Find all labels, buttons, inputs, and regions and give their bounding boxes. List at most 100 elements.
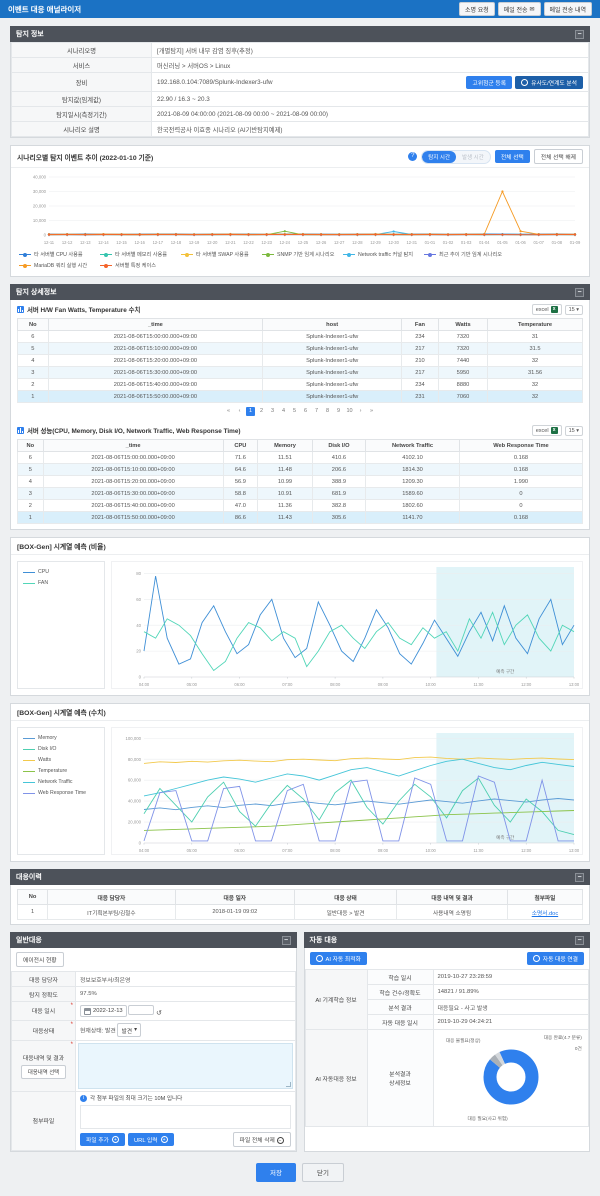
legend-marker-icon bbox=[343, 253, 355, 256]
table-row: 대응 담당자정보보호부서/최은영 bbox=[12, 972, 296, 987]
legend-item[interactable]: SNMP 기반 임계 시나리오 bbox=[262, 251, 343, 258]
page-button[interactable]: 10 bbox=[345, 407, 354, 416]
legend-item[interactable]: MariaDB 쿼리 실행 시간 bbox=[19, 262, 100, 269]
page-button[interactable]: 4 bbox=[279, 407, 288, 416]
perf-table-title: 서버 성능(CPU, Memory, Disk I/O, Network Tra… bbox=[27, 426, 241, 435]
page-size-select[interactable]: 15 ▾ bbox=[565, 426, 583, 436]
agency-status-button[interactable]: 에이전시 현황 bbox=[16, 952, 64, 967]
legend-marker-icon bbox=[23, 770, 35, 773]
prev-page-button[interactable]: ‹ bbox=[235, 407, 244, 416]
resize-grip[interactable] bbox=[286, 1082, 291, 1087]
detail-panel: 탐지 상세정보 − 서버 H/W Fan Watts, Temperature … bbox=[10, 284, 590, 530]
svg-text:01-01: 01-01 bbox=[425, 240, 436, 245]
column-header: 대응 내역 및 결과 bbox=[397, 890, 508, 905]
svg-text:12-25: 12-25 bbox=[298, 240, 309, 245]
trend-line-chart: 010,00020,00030,00040,00012-1112-1212-13… bbox=[17, 172, 583, 246]
column-header: 대응 상태 bbox=[294, 890, 396, 905]
legend-item: Temperature bbox=[23, 768, 99, 774]
page-button[interactable]: 9 bbox=[334, 407, 343, 416]
next-page-button[interactable]: › bbox=[356, 407, 365, 416]
page-button[interactable]: 8 bbox=[323, 407, 332, 416]
request-explanation-button[interactable]: 소명 요청 bbox=[459, 2, 495, 16]
response-date-input[interactable]: 2022-12-13 bbox=[80, 1005, 127, 1017]
add-file-button[interactable]: 파일 추가+ bbox=[80, 1133, 125, 1146]
excel-export-button[interactable]: excelx bbox=[532, 304, 562, 315]
table-row: 12021-08-06T15:50:00.000+09:0086.611.433… bbox=[18, 512, 583, 524]
legend-item: Memory bbox=[23, 735, 99, 741]
legend-item[interactable]: 타 서버별 SWAP 사용률 bbox=[181, 251, 262, 258]
select-response-detail-button[interactable]: 대응내역 선택 bbox=[21, 1065, 66, 1079]
select-all-button[interactable]: 전체 선택 bbox=[495, 150, 530, 163]
calendar-icon bbox=[84, 1008, 91, 1015]
table-row: 탐지일시(측정기간)2021-08-09 04:00:00 (2021-08-0… bbox=[12, 107, 589, 122]
collapse-icon[interactable]: − bbox=[575, 288, 584, 297]
svg-text:0: 0 bbox=[139, 841, 142, 846]
box-numeric-legend: MemoryDisk I/OWattsTemperatureNetwork Tr… bbox=[17, 727, 105, 855]
collapse-icon[interactable]: − bbox=[282, 936, 291, 945]
add-url-button[interactable]: URL 입력+ bbox=[128, 1133, 174, 1146]
column-header: Disk I/O bbox=[312, 440, 365, 452]
required-mark: * bbox=[71, 1042, 73, 1048]
attachment-link[interactable]: 소명서.doc bbox=[532, 911, 558, 917]
column-header: No bbox=[18, 440, 44, 452]
legend-marker-icon bbox=[23, 759, 35, 762]
first-page-button[interactable]: « bbox=[224, 407, 233, 416]
legend-marker-icon bbox=[100, 253, 112, 256]
device-address: 192.168.0.104:7089/Splunk-Indexer3-ufw bbox=[157, 79, 273, 86]
perf-table: No_timeCPUMemoryDisk I/ONetwork TrafficW… bbox=[11, 439, 589, 524]
learn-date: 2019-10-27 23:28:59 bbox=[433, 970, 589, 985]
page-button[interactable]: 1 bbox=[246, 407, 255, 416]
table-row: 22021-08-06T15:40:00.000+09:0047.011.363… bbox=[18, 500, 583, 512]
auto-response-connect-button[interactable]: 자동 대응 연결 bbox=[527, 952, 584, 965]
legend-item[interactable]: 최근 추이 기반 임계 시나리오 bbox=[424, 251, 505, 258]
page-button[interactable]: 5 bbox=[290, 407, 299, 416]
legend-marker-icon bbox=[262, 253, 274, 256]
legend-marker-icon bbox=[19, 253, 31, 256]
legend-item[interactable]: 타 서버별 CPU 사용률 bbox=[19, 251, 100, 258]
close-button[interactable]: 닫기 bbox=[302, 1163, 344, 1182]
legend-marker-icon bbox=[181, 253, 193, 256]
detect-info-table: 시나리오명[개별탐지] 서버 내부 감염 징후(추정) 서비스머신러닝 > 서버… bbox=[11, 42, 589, 137]
last-page-button[interactable]: » bbox=[367, 407, 376, 416]
reset-icon[interactable]: ↺ bbox=[156, 1010, 162, 1017]
svg-text:12-28: 12-28 bbox=[352, 240, 363, 245]
time-mode-toggle[interactable]: 탐지 시간발생 시간 bbox=[421, 150, 491, 164]
legend-marker-icon bbox=[23, 748, 35, 751]
legend-marker-icon bbox=[23, 571, 35, 574]
column-header: _time bbox=[48, 319, 263, 331]
page-button[interactable]: 6 bbox=[301, 407, 310, 416]
response-time-input[interactable] bbox=[128, 1005, 154, 1015]
collapse-icon[interactable]: − bbox=[575, 936, 584, 945]
table-row: 탐지값(임계값)22.90 / 16.3 ~ 20.3 bbox=[12, 92, 589, 107]
page-button[interactable]: 7 bbox=[312, 407, 321, 416]
page-button[interactable]: 2 bbox=[257, 407, 266, 416]
deselect-all-button[interactable]: 전체 선택 해제 bbox=[534, 149, 583, 164]
page-size-select[interactable]: 15 ▾ bbox=[565, 305, 583, 315]
save-button[interactable]: 저장 bbox=[256, 1163, 296, 1182]
svg-text:30,000: 30,000 bbox=[33, 189, 47, 194]
page-button[interactable]: 3 bbox=[268, 407, 277, 416]
svg-text:09:00: 09:00 bbox=[378, 682, 389, 687]
high-risk-register-button[interactable]: 고위험군 등록 bbox=[466, 76, 512, 89]
similarity-analysis-button[interactable]: 유사도/연계도 분석 bbox=[515, 76, 583, 89]
excel-export-button[interactable]: excelx bbox=[532, 425, 562, 436]
delete-all-files-button[interactable]: 파일 전체 삭제 − bbox=[233, 1132, 291, 1147]
collapse-icon[interactable]: − bbox=[575, 873, 584, 882]
legend-item[interactable]: 서버별 특정 케이스 bbox=[100, 262, 181, 269]
collapse-icon[interactable]: − bbox=[575, 30, 584, 39]
donut-label-bottom: 대응 필요(사고 위험) bbox=[467, 1116, 507, 1122]
svg-text:05:00: 05:00 bbox=[187, 848, 198, 853]
ai-auto-optimize-button[interactable]: AI 자동 최적화 bbox=[310, 952, 367, 965]
file-drop-area[interactable] bbox=[80, 1105, 291, 1129]
svg-text:0: 0 bbox=[139, 675, 142, 680]
legend-item[interactable]: 타 서버별 메모리 사용률 bbox=[100, 251, 181, 258]
status-select[interactable]: 발견 ▾ bbox=[117, 1023, 141, 1037]
response-result-textarea[interactable] bbox=[78, 1043, 293, 1089]
help-icon[interactable]: ? bbox=[408, 152, 417, 161]
legend-item[interactable]: Network traffic 커널 탐지 bbox=[343, 251, 424, 258]
mail-history-button[interactable]: 메일 전송 내역 bbox=[544, 2, 592, 16]
send-mail-button[interactable]: 메일 전송✉ bbox=[498, 2, 541, 16]
gear-icon bbox=[316, 955, 323, 962]
svg-text:12-11: 12-11 bbox=[44, 240, 55, 245]
column-header: Web Response Time bbox=[459, 440, 582, 452]
